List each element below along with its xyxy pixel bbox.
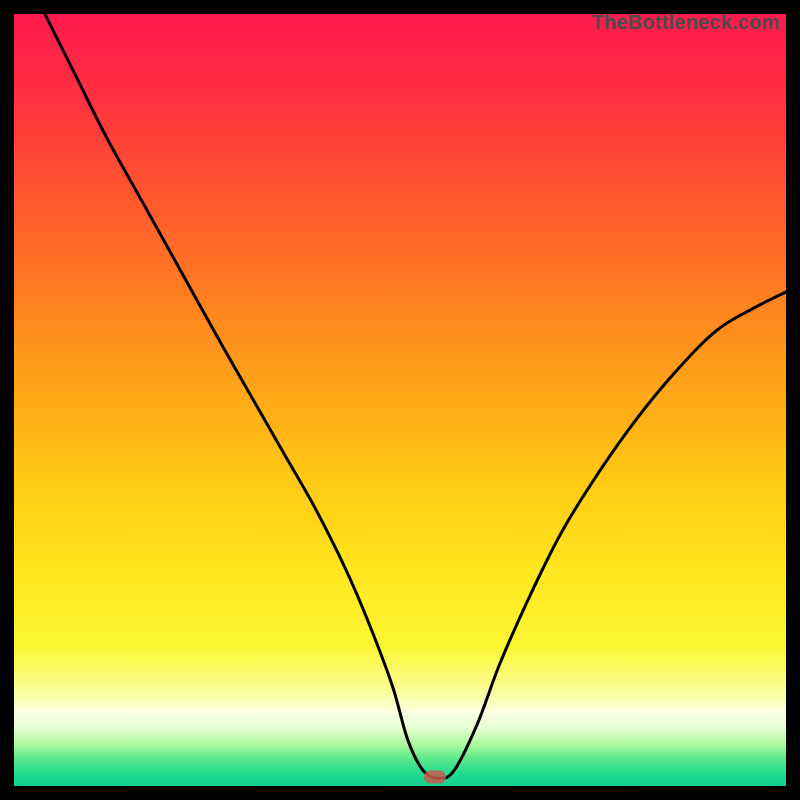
bottleneck-curve	[14, 14, 786, 786]
curve-path	[45, 14, 786, 778]
watermark-text: TheBottleneck.com	[592, 12, 780, 35]
optimal-point-marker	[424, 770, 446, 783]
plot-area: TheBottleneck.com	[14, 14, 786, 786]
